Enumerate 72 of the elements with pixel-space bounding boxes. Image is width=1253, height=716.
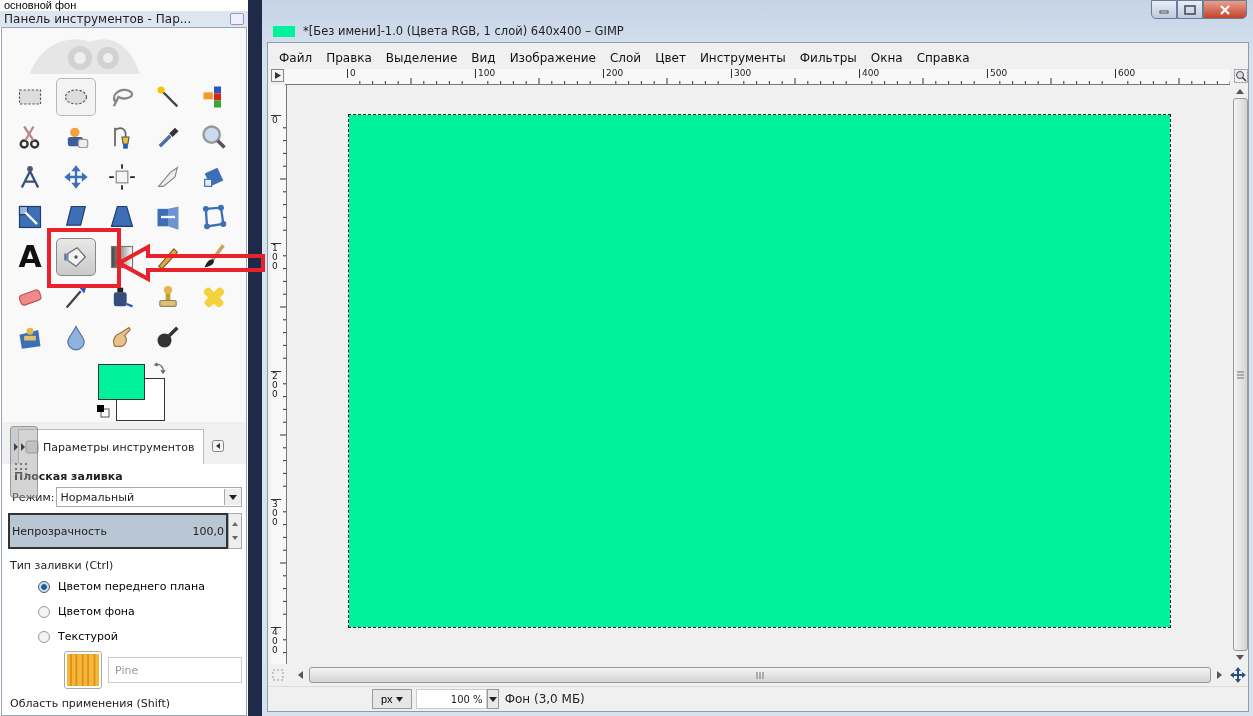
magnifier-icon bbox=[200, 123, 228, 151]
ruler-label: 500 bbox=[987, 69, 1115, 78]
ruler-label: 100 bbox=[475, 69, 603, 78]
radio-option[interactable]: Цветом переднего плана bbox=[8, 576, 242, 597]
tool-button[interactable]: A bbox=[10, 238, 50, 276]
menu-item[interactable]: Вид bbox=[471, 51, 496, 65]
tab-menu-icon[interactable] bbox=[211, 440, 224, 452]
play-icon[interactable] bbox=[271, 69, 285, 83]
ruler-label: 200 bbox=[271, 371, 281, 399]
tool-options-tab[interactable]: Параметры инструментов bbox=[18, 429, 204, 464]
options-icon bbox=[25, 440, 39, 454]
unit-dropdown[interactable]: px bbox=[372, 689, 412, 709]
opacity-label: Непрозрачность bbox=[11, 524, 108, 538]
opacity-slider[interactable]: Непрозрачность 100,0 bbox=[8, 513, 228, 549]
grip-icon bbox=[1236, 370, 1244, 379]
move-arrows-icon bbox=[62, 163, 90, 191]
cage-icon bbox=[200, 203, 228, 231]
align-icon bbox=[108, 163, 136, 191]
scroll-thumb[interactable] bbox=[309, 667, 1211, 683]
zoom-icon[interactable] bbox=[1234, 69, 1248, 83]
navigate-icon[interactable] bbox=[1230, 667, 1246, 683]
close-icon bbox=[1219, 4, 1231, 15]
tab-label: Параметры инструментов bbox=[43, 440, 195, 454]
ruler-label: 200 bbox=[603, 69, 731, 78]
radio-option[interactable]: Цветом фона bbox=[8, 601, 242, 622]
ruler-label: 300 bbox=[271, 499, 281, 527]
ruler-label: 400 bbox=[859, 69, 987, 78]
mode-label: Режим: bbox=[12, 490, 55, 504]
opacity-value: 100,0 bbox=[192, 524, 225, 538]
fill-type-label: Тип заливки (Ctrl) bbox=[9, 558, 115, 572]
mode-dropdown[interactable]: Нормальный bbox=[56, 487, 242, 507]
ruler-label: 100 bbox=[271, 243, 281, 271]
minimize-button[interactable] bbox=[1151, 0, 1177, 19]
spinner-icon[interactable] bbox=[228, 513, 242, 549]
scroll-thumb[interactable] bbox=[1232, 98, 1248, 651]
menu-item[interactable]: Справка bbox=[916, 51, 970, 65]
up-arrow-icon[interactable] bbox=[1236, 89, 1244, 94]
zoom-field[interactable]: 100 % bbox=[415, 689, 487, 709]
close-button[interactable] bbox=[1203, 0, 1247, 19]
ruler-label: 0 bbox=[271, 115, 281, 125]
image-color-icon bbox=[273, 25, 295, 37]
window-title: *[Без имени]-1.0 (Цвета RGB, 1 слой) 640x400 – GIMP bbox=[303, 24, 624, 38]
layer-status: Фон (3,0 МБ) bbox=[503, 692, 585, 706]
maximize-button[interactable] bbox=[1177, 0, 1203, 19]
left-arrow-icon[interactable] bbox=[298, 671, 303, 679]
menu-item[interactable]: Окна bbox=[870, 51, 903, 65]
ruler-label: 0 bbox=[347, 69, 475, 78]
area-label: Область применения (Shift) bbox=[9, 696, 172, 710]
maximize-icon bbox=[1184, 4, 1196, 15]
default-colors-icon[interactable] bbox=[96, 404, 110, 418]
wood-pattern-icon bbox=[67, 654, 99, 686]
ruler-label: 300 bbox=[731, 69, 859, 78]
pattern-button[interactable] bbox=[64, 651, 102, 689]
right-arrow-icon[interactable] bbox=[1217, 671, 1222, 679]
caret-icon bbox=[395, 696, 403, 702]
caret-icon bbox=[229, 494, 237, 500]
radio-option[interactable]: Текстурой bbox=[8, 626, 242, 647]
menu-item[interactable]: Правка bbox=[326, 51, 372, 65]
scale-icon bbox=[16, 203, 44, 231]
menu-item[interactable]: Цвет bbox=[655, 51, 686, 65]
menu-item[interactable]: Фильтры bbox=[799, 51, 857, 65]
panel-title: Панель инструментов - Пар... bbox=[4, 12, 192, 26]
menu-item[interactable]: Файл bbox=[279, 51, 313, 65]
menu-item[interactable]: Слой bbox=[609, 51, 642, 65]
menu-item[interactable]: Инструменты bbox=[699, 51, 786, 65]
color-swatches-drawing[interactable] bbox=[96, 362, 168, 422]
down-arrow-icon[interactable] bbox=[1236, 655, 1244, 660]
menu-item[interactable]: Изображение bbox=[509, 51, 596, 65]
grip-icon bbox=[756, 671, 764, 679]
menu-item[interactable]: Выделение bbox=[385, 51, 458, 65]
ruler-label: 400 bbox=[271, 627, 281, 655]
swap-arrows-icon[interactable] bbox=[152, 362, 166, 376]
